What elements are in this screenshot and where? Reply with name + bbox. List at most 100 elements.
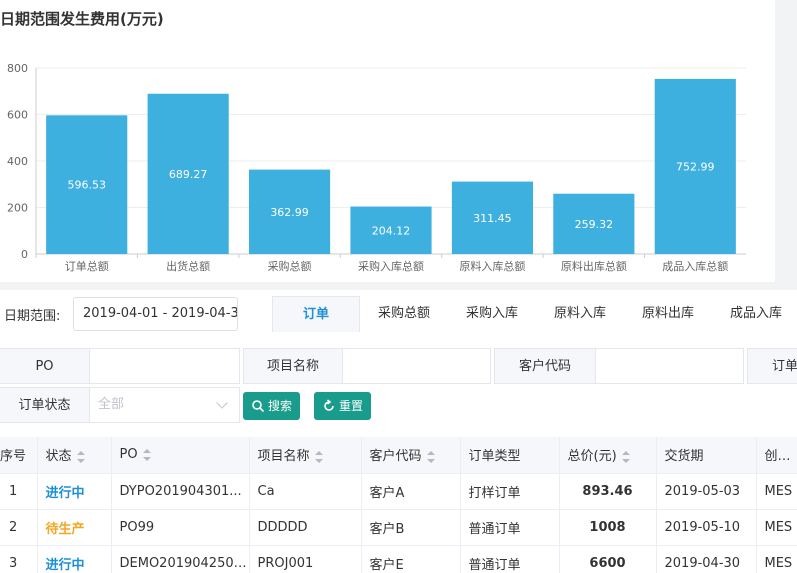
chart-panel: 日期范围发生费用(万元) 0 200 400 600 800 596.53 订单总额 689.… — [0, 0, 775, 282]
col-header-total-label: 总价(元) — [567, 449, 617, 465]
chevron-down-icon — [216, 397, 228, 409]
bar-value-label: 311.45 — [473, 212, 512, 225]
cell-project: Ca — [249, 473, 362, 510]
order-filter-label: 订单 — [747, 348, 797, 384]
cell-po: PO99 — [111, 509, 250, 546]
bar-value-label: 362.99 — [270, 206, 309, 219]
table-row[interactable]: 3 进行中 DEMO20190425001 PROJ001 客户E 普通订单 6… — [0, 545, 797, 573]
cell-status: 待生产 — [37, 509, 112, 546]
tab-product-inbound[interactable]: 成品入库 — [712, 296, 797, 332]
customer-filter-label: 客户代码 — [494, 348, 596, 384]
status-filter-select[interactable]: 全部 — [90, 387, 240, 423]
col-header-delivery: 交货期 — [656, 437, 757, 474]
section-divider — [0, 282, 797, 290]
table-header-row: 序号 状态 PO 项目名称 客户代码 订单类型 总价(元) 交货期 创建人 — [0, 437, 797, 474]
cell-customer: 客户B — [361, 509, 461, 546]
cell-total: 1008 — [559, 509, 657, 546]
category-tabs: 订单 采购总额 采购入库 原料入库 原料出库 成品入库 — [272, 296, 797, 332]
col-header-po-label: PO — [119, 447, 138, 463]
expense-bar-chart: 0 200 400 600 800 596.53 订单总额 689.27 出货总额 362.99 采… — [7, 62, 746, 273]
project-filter-label: 项目名称 — [243, 348, 343, 384]
filter-row-2: 订单状态 全部 — [0, 387, 240, 423]
refresh-icon — [324, 399, 334, 411]
search-button-label: 搜索 — [268, 399, 293, 413]
col-header-customer[interactable]: 客户代码 — [361, 437, 461, 474]
po-filter-label: PO — [0, 348, 90, 384]
customer-filter-input[interactable] — [596, 348, 744, 384]
y-tick-label: 600 — [7, 109, 28, 122]
cell-order-type: 普通订单 — [460, 545, 560, 573]
col-header-total[interactable]: 总价(元) — [559, 437, 657, 474]
sort-icon[interactable] — [426, 450, 435, 463]
cell-po: DYPO201904301... — [111, 473, 250, 510]
col-header-creator: 创建人 — [756, 437, 797, 474]
date-range-input[interactable]: 2019-04-01 - 2019-04-30 — [73, 297, 238, 331]
date-range-label: 日期范围: — [4, 309, 61, 324]
bar-value-label: 259.32 — [575, 218, 614, 231]
cell-delivery: 2019-05-03 — [656, 473, 757, 510]
bar-value-label: 689.27 — [169, 168, 208, 181]
col-header-index: 序号 — [0, 437, 38, 474]
tab-material-inbound[interactable]: 原料入库 — [536, 296, 624, 332]
cell-order-type: 打样订单 — [460, 473, 560, 510]
cell-creator: MES — [756, 473, 797, 510]
x-tick-label: 采购总额 — [268, 259, 312, 273]
cell-project: PROJ001 — [249, 545, 362, 573]
bar-value-label: 752.99 — [676, 160, 715, 173]
search-icon — [252, 400, 265, 413]
col-header-customer-label: 客户代码 — [369, 449, 422, 465]
bar-value-label: 204.12 — [372, 224, 411, 237]
x-tick-label: 原料入库总额 — [459, 259, 525, 273]
cell-status: 进行中 — [37, 473, 112, 510]
sort-icon[interactable] — [314, 450, 323, 463]
cell-index: 1 — [0, 473, 38, 510]
side-scroll-area — [775, 0, 797, 282]
tab-purchase-inbound[interactable]: 采购入库 — [448, 296, 536, 332]
cell-delivery: 2019-04-30 — [656, 545, 757, 573]
cell-project: DDDDD — [249, 509, 362, 546]
x-tick-label: 出货总额 — [166, 259, 210, 273]
reset-button-label: 重置 — [339, 399, 364, 413]
col-header-status-label: 状态 — [45, 449, 72, 465]
x-tick-label: 原料出库总额 — [561, 259, 627, 273]
table-row[interactable]: 1 进行中 DYPO201904301... Ca 客户A 打样订单 893.4… — [0, 473, 797, 510]
status-filter-label: 订单状态 — [0, 387, 90, 423]
cell-index: 2 — [0, 509, 38, 546]
tab-material-outbound[interactable]: 原料出库 — [624, 296, 712, 332]
cell-creator: MES — [756, 509, 797, 546]
cell-order-type: 普通订单 — [460, 509, 560, 546]
cell-status: 进行中 — [37, 545, 112, 573]
tab-purchase-total[interactable]: 采购总额 — [360, 296, 448, 332]
bar-value-label: 596.53 — [67, 179, 106, 192]
x-tick-label: 订单总额 — [65, 259, 109, 273]
cell-creator: MES — [756, 545, 797, 573]
po-filter-input[interactable] — [90, 348, 240, 384]
sort-icon[interactable] — [142, 448, 151, 461]
cell-customer: 客户E — [361, 545, 461, 573]
col-header-project-label: 项目名称 — [257, 449, 310, 465]
sort-icon[interactable] — [76, 450, 85, 463]
col-header-status[interactable]: 状态 — [37, 437, 112, 474]
cell-index: 3 — [0, 545, 38, 573]
filter-row-1: PO 项目名称 客户代码 订单 — [0, 348, 797, 384]
sort-icon[interactable] — [621, 450, 630, 463]
col-header-project[interactable]: 项目名称 — [249, 437, 362, 474]
status-filter-value: 全部 — [98, 397, 125, 412]
cell-total: 893.46 — [559, 473, 657, 510]
cell-po: DEMO20190425001 — [111, 545, 250, 573]
search-button[interactable]: 搜索 — [243, 392, 301, 420]
x-tick-label: 采购入库总额 — [358, 259, 424, 273]
cell-customer: 客户A — [361, 473, 461, 510]
orders-table: 序号 状态 PO 项目名称 客户代码 订单类型 总价(元) 交货期 创建人 1 … — [0, 437, 797, 573]
reset-button[interactable]: 重置 — [314, 392, 372, 420]
y-tick-label: 200 — [7, 202, 28, 215]
tab-orders[interactable]: 订单 — [272, 296, 360, 332]
y-tick-label: 0 — [21, 248, 28, 261]
project-filter-input[interactable] — [343, 348, 491, 384]
table-row[interactable]: 2 待生产 PO99 DDDDD 客户B 普通订单 1008 2019-05-1… — [0, 509, 797, 546]
x-tick-label: 成品入库总额 — [662, 259, 728, 273]
cell-delivery: 2019-05-10 — [656, 509, 757, 546]
cell-total: 6600 — [559, 545, 657, 573]
col-header-po[interactable]: PO — [111, 437, 250, 474]
col-header-order-type: 订单类型 — [460, 437, 560, 474]
